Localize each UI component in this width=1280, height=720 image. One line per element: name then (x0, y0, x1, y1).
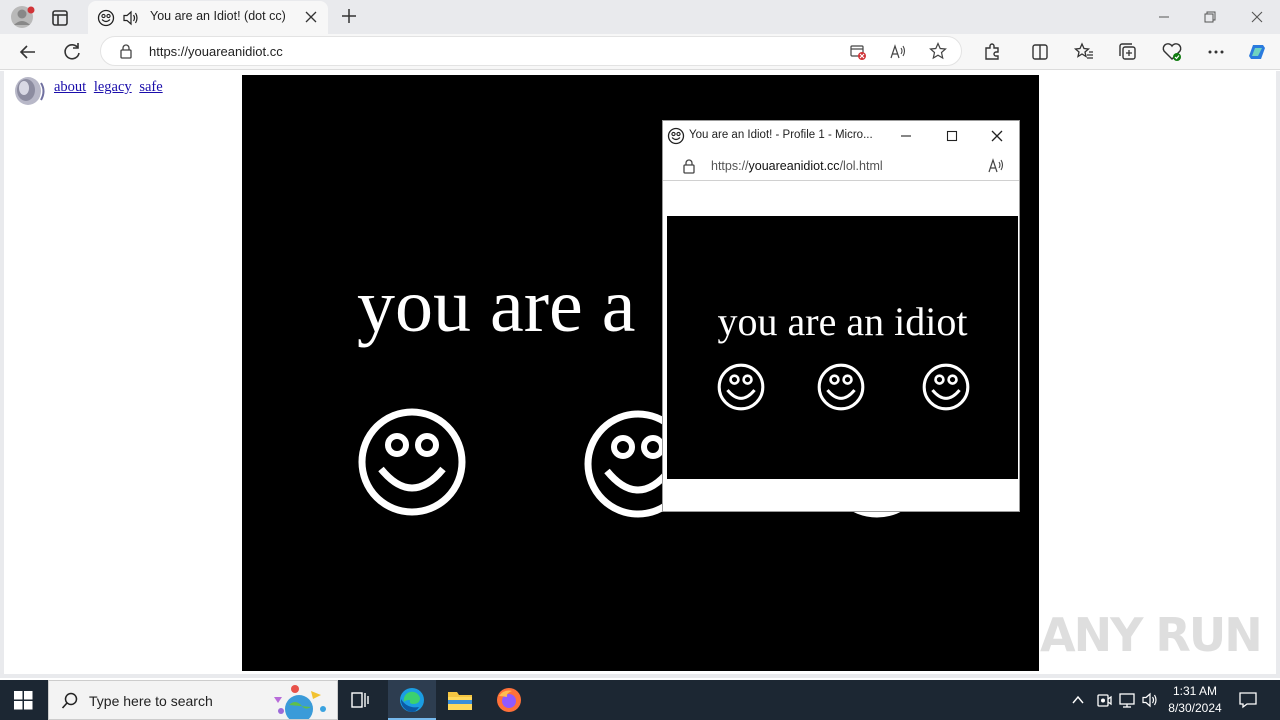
popup-minimize-icon[interactable] (899, 129, 913, 143)
page-content: about legacy safe you are a (0, 71, 1280, 678)
read-aloud-icon[interactable] (889, 43, 907, 61)
address-bar[interactable]: https://youareanidiot.cc (100, 36, 962, 66)
smiley-face-icon (357, 407, 467, 517)
tab-close-icon[interactable] (304, 10, 318, 24)
tab-active[interactable]: You are an Idiot! (dot cc) (88, 1, 328, 34)
tab-actions-icon[interactable] (50, 8, 70, 28)
anyrun-watermark: ANY RUN (1040, 608, 1263, 662)
volume-icon[interactable] (1141, 691, 1159, 709)
split-screen-icon[interactable] (1026, 38, 1054, 66)
popup-message: you are an idiot (717, 299, 968, 344)
copilot-icon[interactable] (1243, 38, 1271, 66)
extensions-icon[interactable] (978, 38, 1006, 66)
clock-date: 8/30/2024 (1168, 701, 1222, 715)
profile-avatar-icon[interactable] (10, 4, 36, 30)
popup-maximize-icon[interactable] (945, 129, 959, 143)
lock-icon[interactable] (118, 43, 134, 59)
clock-time: 1:31 AM (1172, 684, 1218, 698)
popup-close-icon[interactable] (990, 129, 1004, 143)
restore-window-icon[interactable] (1202, 9, 1218, 25)
show-hidden-icons-chevron-icon[interactable] (1070, 692, 1086, 708)
smiley-face-icon (717, 363, 765, 411)
popup-url: https://youareanidiot.cc/lol.html (711, 159, 883, 173)
search-placeholder: Type here to search (89, 693, 213, 709)
browser-toolbar: https://youareanidiot.cc (0, 34, 1280, 70)
windows-taskbar: Type here to search 1:31 AM 8/30/2024 (0, 680, 1280, 720)
collections-icon[interactable] (1114, 38, 1142, 66)
legacy-link[interactable]: legacy (94, 79, 132, 95)
browser-essentials-icon[interactable] (1158, 38, 1186, 66)
smiley-face-icon (817, 363, 865, 411)
popup-address-bar[interactable]: https://youareanidiot.cc/lol.html (663, 151, 1019, 181)
taskbar-edge-button[interactable] (388, 680, 436, 720)
close-window-icon[interactable] (1249, 9, 1265, 25)
refresh-icon[interactable] (58, 38, 86, 66)
tab-strip: You are an Idiot! (dot cc) (0, 0, 1280, 34)
minimize-window-icon[interactable] (1156, 9, 1172, 25)
address-url: https://youareanidiot.cc (149, 44, 283, 59)
favorites-list-icon[interactable] (1070, 38, 1098, 66)
favorite-star-icon[interactable] (929, 42, 947, 60)
new-tab-icon[interactable] (340, 7, 358, 25)
tab-title: You are an Idiot! (dot cc) (150, 9, 286, 23)
meet-now-icon[interactable] (1095, 691, 1113, 709)
about-link[interactable]: about (54, 79, 86, 95)
edge-browser-icon (399, 687, 425, 713)
file-explorer-icon[interactable] (447, 688, 473, 712)
settings-more-icon[interactable] (1202, 38, 1230, 66)
notifications-icon[interactable] (1238, 690, 1258, 710)
taskbar-search-box[interactable]: Type here to search (48, 680, 338, 720)
popup-window[interactable]: You are an Idiot! - Profile 1 - Micro...… (662, 120, 1020, 512)
task-view-icon[interactable] (350, 690, 370, 710)
lock-icon[interactable] (681, 158, 697, 174)
search-highlight-globe-icon (261, 683, 333, 719)
main-message: you are a (357, 264, 636, 348)
popup-window-title: You are an Idiot! - Profile 1 - Micro... (689, 129, 873, 141)
search-icon (61, 692, 79, 710)
back-arrow-icon[interactable] (14, 38, 42, 66)
network-icon[interactable] (1118, 691, 1136, 709)
speaker-audio-icon[interactable] (122, 9, 140, 27)
firefox-icon[interactable] (496, 687, 522, 713)
smiley-favicon-icon (97, 9, 115, 27)
smiley-favicon-icon (667, 127, 685, 145)
popup-black-stage: you are an idiot (667, 216, 1018, 479)
taskbar-clock[interactable]: 1:31 AM 8/30/2024 (1160, 683, 1230, 717)
smiley-face-icon (922, 363, 970, 411)
read-aloud-icon[interactable] (987, 157, 1005, 175)
popup-title-bar[interactable]: You are an Idiot! - Profile 1 - Micro... (663, 121, 1019, 151)
nav-links: about legacy safe (54, 79, 167, 96)
blocked-popup-icon[interactable] (849, 43, 867, 61)
safe-link[interactable]: safe (139, 79, 162, 95)
speaker-logo-icon (10, 75, 50, 109)
windows-start-icon[interactable] (14, 691, 33, 710)
